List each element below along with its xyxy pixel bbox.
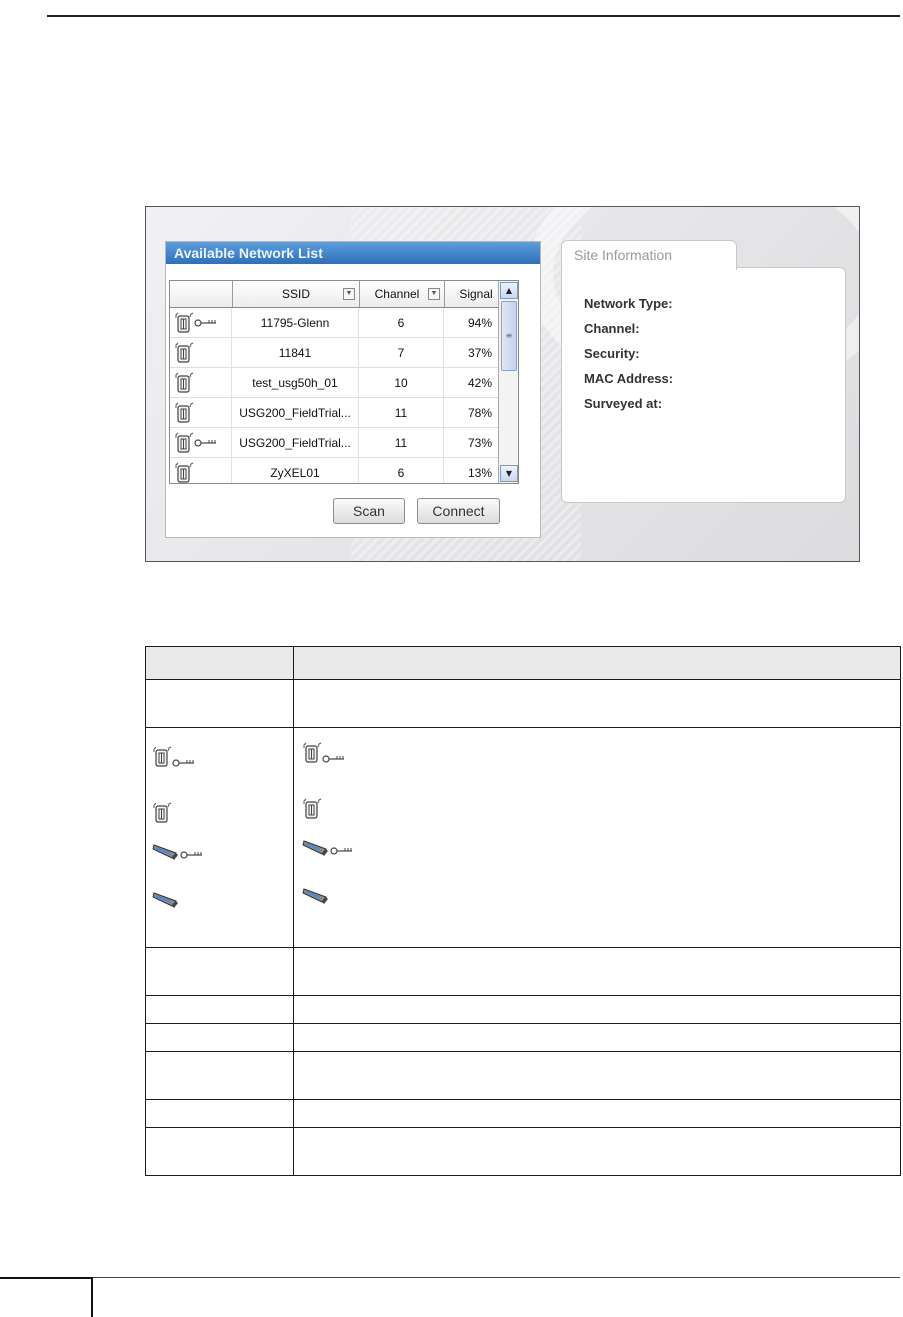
list-rows: 11795-Glenn 6 94% 11841 7 37% test_usg50h_01 10… [170, 308, 518, 483]
field-network-type: Network Type: [584, 296, 673, 311]
table-cell [293, 1051, 901, 1100]
table-row[interactable]: USG200_FieldTrial... 11 78% [170, 398, 518, 428]
channel-cell: 11 [359, 428, 444, 457]
tab-join [562, 267, 736, 271]
access-point-icon [170, 458, 232, 483]
scroll-up-button[interactable]: ▲ [500, 282, 518, 299]
table-cell [293, 995, 901, 1024]
table-cell [293, 1127, 901, 1176]
column-header-channel[interactable]: Channel ▼ [360, 281, 445, 307]
table-row [145, 1099, 901, 1128]
access-point-secured-icon [170, 308, 232, 337]
connect-button[interactable]: Connect [417, 498, 500, 524]
table-row[interactable]: test_usg50h_01 10 42% [170, 368, 518, 398]
tab-site-information[interactable]: Site Information [561, 240, 737, 270]
table-row [145, 1023, 901, 1052]
channel-cell: 7 [359, 338, 444, 367]
access-point-icon [170, 368, 232, 397]
page-number-box [0, 1277, 93, 1317]
ssid-cell: 11795-Glenn [232, 308, 359, 337]
table-row[interactable]: 11795-Glenn 6 94% [170, 308, 518, 338]
table-cell [145, 1127, 294, 1176]
table-cell [293, 947, 901, 996]
channel-cell: 6 [359, 458, 444, 483]
ad-hoc-secured-icon [152, 842, 204, 864]
ad-hoc-secured-icon [302, 838, 354, 860]
access-point-icon [170, 398, 232, 427]
access-point-secured-icon [302, 742, 346, 768]
table-row [145, 1051, 901, 1100]
access-point-icon [170, 338, 232, 367]
table-cell [145, 679, 294, 728]
channel-cell: 11 [359, 398, 444, 427]
ssid-cell: test_usg50h_01 [232, 368, 359, 397]
table-row [145, 995, 901, 1024]
table-row [145, 1127, 901, 1176]
table-cell [293, 1099, 901, 1128]
column-header-icon [170, 281, 233, 307]
scroll-down-button[interactable]: ▼ [500, 465, 518, 482]
ad-hoc-icon [152, 890, 180, 912]
ssid-cell: USG200_FieldTrial... [232, 428, 359, 457]
access-point-icon [152, 802, 172, 828]
panel-title: Available Network List [166, 242, 540, 264]
channel-cell: 10 [359, 368, 444, 397]
table-header-cell [145, 646, 294, 680]
column-header-ssid[interactable]: SSID ▼ [233, 281, 360, 307]
ssid-cell: 11841 [232, 338, 359, 367]
table-row [145, 679, 901, 728]
table-cell [145, 1023, 294, 1052]
icon-description-cell [293, 727, 901, 948]
table-header-cell [293, 646, 901, 680]
table-row[interactable]: ZyXEL01 6 13% [170, 458, 518, 483]
table-cell [293, 679, 901, 728]
channel-cell: 6 [359, 308, 444, 337]
field-description-table [145, 646, 901, 1176]
table-row [145, 947, 901, 996]
field-mac-address: MAC Address: [584, 371, 674, 386]
access-point-icon [302, 798, 322, 824]
table-row[interactable]: USG200_FieldTrial... 11 73% [170, 428, 518, 458]
field-security: Security: [584, 346, 640, 361]
ssid-cell: ZyXEL01 [232, 458, 359, 483]
access-point-secured-icon [152, 746, 196, 772]
scan-button[interactable]: Scan [333, 498, 405, 524]
footer-rule [93, 1277, 900, 1278]
table-row [145, 727, 901, 948]
table-row[interactable]: 11841 7 37% [170, 338, 518, 368]
header-rule [47, 15, 900, 17]
list-header: SSID▼ Channel▼ Signal▼ [170, 281, 518, 308]
scroll-thumb[interactable]: ≡ [501, 301, 517, 371]
ad-hoc-icon [302, 886, 330, 908]
table-cell [145, 995, 294, 1024]
access-point-secured-icon [170, 428, 232, 457]
list-scrollbar[interactable]: ▲ ≡ ▼ [498, 281, 518, 483]
table-cell [145, 1099, 294, 1128]
field-surveyed-at: Surveyed at: [584, 396, 663, 411]
table-header-row [145, 646, 901, 680]
available-network-panel: Available Network List SSID ▼ Channel ▼ Si… [165, 241, 541, 538]
field-channel: Channel: [584, 321, 640, 336]
network-list[interactable]: SSID▼ Channel▼ Signal▼ 11795-Glenn694%11… [169, 280, 519, 484]
table-cell [145, 1051, 294, 1100]
table-cell [293, 1023, 901, 1052]
icon-legend-cell [145, 727, 294, 948]
network-window: Available Network List SSID ▼ Channel ▼ Si… [145, 206, 860, 562]
sort-icon[interactable]: ▼ [343, 288, 355, 300]
sort-icon[interactable]: ▼ [428, 288, 440, 300]
table-cell [145, 947, 294, 996]
ssid-cell: USG200_FieldTrial... [232, 398, 359, 427]
